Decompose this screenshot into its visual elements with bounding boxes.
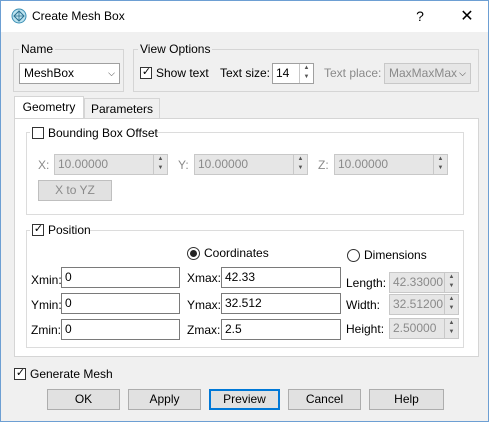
ymin-input[interactable]: 0 [61,293,180,314]
xmax-input[interactable]: 42.33 [221,267,341,288]
length-label: Length: [346,276,387,290]
title-bar: Create Mesh Box ? ✕ [1,1,488,32]
z-offset-label: Z: [318,158,329,172]
tab-geometry[interactable]: Geometry [14,96,84,119]
radio-selected-dot [190,250,197,257]
coordinates-label: Coordinates [204,246,269,260]
spin-arrows-icon[interactable]: ▲ ▼ [299,64,313,83]
ok-button[interactable]: OK [47,389,120,410]
height-label: Height: [346,322,385,336]
tab-parameters-label: Parameters [90,102,154,116]
width-label: Width: [346,298,381,312]
preview-button[interactable]: Preview [209,389,280,410]
y-offset-value: 10.00000 [198,157,249,171]
width-spinbox[interactable]: 32.51200 ▲ ▼ [389,294,459,315]
z-offset-value: 10.00000 [338,157,389,171]
tab-parameters[interactable]: Parameters [84,98,160,119]
y-offset-label: Y: [178,158,189,172]
zmin-input[interactable]: 0 [61,319,180,340]
dimensions-radio[interactable] [347,249,360,262]
chevron-down-icon: ⌵ [108,68,115,78]
dimensions-label: Dimensions [364,248,427,262]
zmin-label: Zmin: [31,323,61,337]
xmax-label: Xmax: [187,271,222,285]
xmin-input[interactable]: 0 [61,267,180,288]
window-title: Create Mesh Box [32,9,125,23]
width-value: 32.51200 [393,297,444,311]
bounding-box-offset-checkbox[interactable] [32,127,44,139]
mesh-app-icon [11,8,27,24]
text-place-label: Text place: [324,66,382,80]
spin-arrows-icon[interactable]: ▲ ▼ [153,155,167,174]
x-offset-spinbox[interactable]: 10.00000 ▲ ▼ [54,154,168,175]
length-spinbox[interactable]: 42.33000 ▲ ▼ [389,272,459,293]
xmin-label: Xmin: [31,273,62,287]
spin-arrows-icon[interactable]: ▲ ▼ [293,155,307,174]
name-combo-value: MeshBox [24,66,75,80]
text-place-combo[interactable]: MaxMaxMax ⌵ [384,63,471,84]
position-checkbox[interactable]: ✓ [32,223,44,236]
generate-mesh-label: Generate Mesh [30,367,113,381]
help-icon[interactable]: ? [405,1,435,32]
text-size-spinbox[interactable]: 14 ▲ ▼ [272,63,314,84]
apply-button[interactable]: Apply [128,389,201,410]
tab-geometry-label: Geometry [22,100,76,114]
ymin-label: Ymin: [31,298,62,312]
name-combo[interactable]: MeshBox ⌵ [19,63,120,84]
height-spinbox[interactable]: 2.50000 ▲ ▼ [389,318,459,339]
bounding-box-offset-label: Bounding Box Offset [48,126,158,140]
chevron-down-icon: ⌵ [459,68,466,78]
height-value: 2.50000 [393,321,437,335]
x-to-yz-button[interactable]: X to YZ [38,180,112,201]
text-place-value: MaxMaxMax [389,66,458,80]
spin-arrows-icon[interactable]: ▲ ▼ [444,319,458,338]
spin-arrows-icon[interactable]: ▲ ▼ [444,295,458,314]
spin-arrows-icon[interactable]: ▲ ▼ [444,273,458,292]
close-icon[interactable]: ✕ [449,1,485,32]
show-text-checkbox[interactable]: ✓ [140,66,152,79]
help-button[interactable]: Help [369,389,444,410]
ymax-label: Ymax: [187,298,222,312]
show-text-label: Show text [156,66,209,80]
generate-mesh-checkbox[interactable]: ✓ [14,367,26,380]
length-value: 42.33000 [393,275,444,289]
position-label: Position [48,223,91,237]
spin-arrows-icon[interactable]: ▲ ▼ [433,155,447,174]
text-size-value: 14 [276,66,290,80]
text-size-label: Text size: [220,66,271,80]
checkmark-icon: ✓ [15,367,26,379]
x-offset-value: 10.00000 [58,157,109,171]
checkmark-icon: ✓ [141,66,152,78]
coordinates-radio[interactable] [187,247,200,260]
ymax-input[interactable]: 32.512 [221,293,341,314]
cancel-button[interactable]: Cancel [288,389,361,410]
view-options-legend: View Options [138,42,213,56]
y-offset-spinbox[interactable]: 10.00000 ▲ ▼ [194,154,308,175]
zmax-label: Zmax: [187,323,221,337]
x-offset-label: X: [38,158,50,172]
dialog-window: Create Mesh Box ? ✕ Name MeshBox ⌵ View … [0,0,489,422]
checkmark-icon: ✓ [33,223,44,235]
name-group-legend: Name [19,42,56,56]
zmax-input[interactable]: 2.5 [221,319,341,340]
z-offset-spinbox[interactable]: 10.00000 ▲ ▼ [334,154,448,175]
